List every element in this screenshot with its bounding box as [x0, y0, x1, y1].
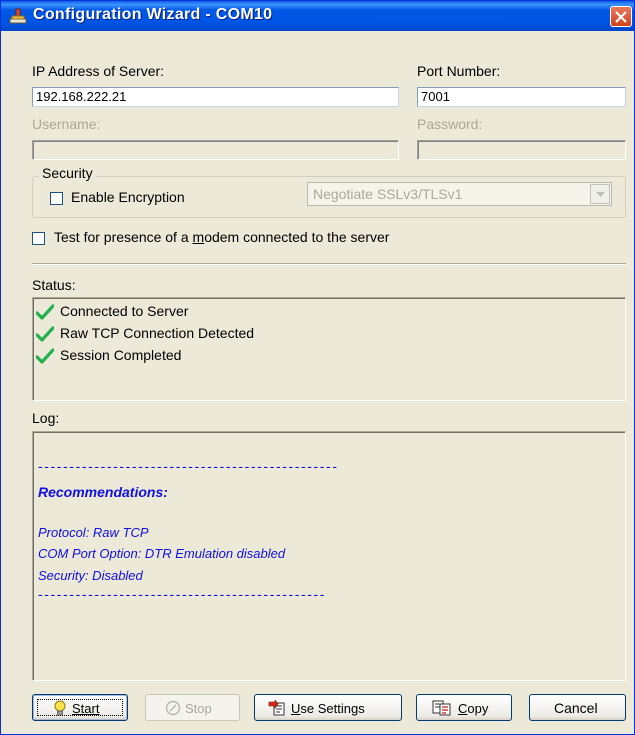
modem-label-post: odem connected to the server — [204, 229, 390, 245]
cancel-label: Cancel — [554, 700, 598, 716]
separator — [32, 263, 626, 265]
title-bar[interactable]: Configuration Wizard - COM10 — [1, 1, 634, 31]
log-line: ----------------------------------------… — [38, 586, 327, 602]
check-icon — [36, 304, 54, 320]
status-text: Session Completed — [60, 347, 182, 363]
enable-encryption-checkbox[interactable] — [50, 192, 63, 205]
chevron-down-icon — [596, 192, 605, 197]
status-text: Connected to Server — [60, 303, 189, 319]
modem-label-pre: Test for presence of a — [54, 229, 193, 245]
stop-icon — [165, 700, 181, 716]
use-settings-accel: U — [291, 701, 301, 716]
use-settings-post: se Settings — [300, 701, 365, 716]
log-line: COM Port Option: DTR Emulation disabled — [38, 546, 286, 561]
cancel-button[interactable]: Cancel — [529, 694, 626, 721]
username-label: Username: — [32, 116, 101, 132]
username-field — [32, 140, 399, 160]
copy-icon — [432, 700, 451, 716]
window-title: Configuration Wizard - COM10 — [33, 6, 273, 23]
start-label-text: Start — [72, 701, 100, 716]
log-line: Security: Disabled — [38, 568, 143, 583]
status-panel: Connected to Server Raw TCP Connection D… — [32, 297, 626, 401]
close-icon — [615, 11, 627, 23]
log-panel[interactable]: ----------------------------------------… — [32, 431, 626, 681]
check-icon — [36, 326, 54, 342]
ip-address-label: IP Address of Server: — [32, 63, 165, 79]
use-settings-button[interactable]: Use Settings — [254, 694, 402, 721]
port-number-field[interactable]: 7001 — [417, 87, 626, 107]
password-field — [417, 140, 626, 160]
log-line: ----------------------------------------… — [38, 458, 339, 474]
lightbulb-icon — [54, 700, 66, 716]
apply-settings-icon — [268, 700, 285, 716]
password-label: Password: — [417, 116, 483, 132]
status-label: Status: — [32, 277, 76, 293]
copy-button[interactable]: Copy — [416, 694, 512, 721]
stop-button: Stop — [145, 694, 240, 721]
modem-test-checkbox[interactable] — [32, 232, 45, 245]
copy-label: Copy — [458, 701, 488, 716]
check-icon — [36, 348, 54, 364]
configuration-wizard-window: Configuration Wizard - COM10 IP Address … — [0, 0, 635, 735]
log-label: Log: — [32, 410, 60, 426]
modem-label-accel: m — [192, 229, 205, 245]
ssl-negotiate-value: Negotiate SSLv3/TLSv1 — [313, 186, 463, 202]
security-group-title: Security — [39, 165, 96, 181]
ssl-negotiate-select: Negotiate SSLv3/TLSv1 — [307, 182, 612, 206]
status-text: Raw TCP Connection Detected — [60, 325, 255, 341]
serial-port-icon — [9, 8, 27, 24]
ip-address-field[interactable]: 192.168.222.21 — [32, 87, 399, 107]
copy-accel: C — [458, 701, 468, 716]
start-button[interactable]: Start — [32, 694, 128, 721]
close-button[interactable] — [610, 6, 632, 27]
copy-post: opy — [467, 701, 489, 716]
use-settings-label: Use Settings — [291, 701, 365, 716]
log-line: Recommendations: — [38, 484, 168, 500]
enable-encryption-label[interactable]: Enable Encryption — [71, 189, 185, 205]
modem-test-label[interactable]: Test for presence of a modem connected t… — [54, 229, 389, 245]
port-number-label: Port Number: — [417, 63, 501, 79]
log-line: Protocol: Raw TCP — [38, 525, 149, 540]
dropdown-button — [590, 184, 610, 204]
start-label: Start — [72, 701, 99, 716]
stop-label: Stop — [185, 701, 212, 716]
